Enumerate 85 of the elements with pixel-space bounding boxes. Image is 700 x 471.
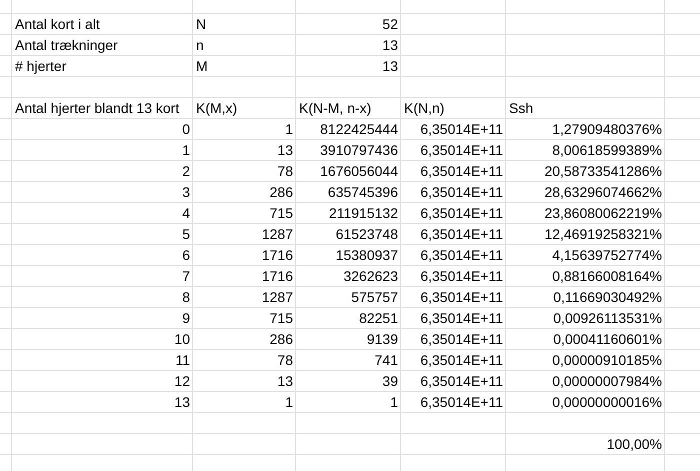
table-cell-text: 1,27909480376% — [551, 120, 663, 138]
table-cell-text: 13 — [381, 57, 399, 75]
table-cell-text: # hjerter — [14, 57, 68, 75]
table-cell-text: 286 — [268, 330, 294, 348]
table-cell-text: 6,35014E+11 — [419, 309, 504, 327]
table-cell-text: 15380937 — [334, 246, 399, 264]
table-cell-text: 1 — [284, 120, 294, 138]
table-cell-text: 8,00618599389% — [551, 141, 663, 159]
table-cell-text: 10 — [173, 330, 191, 348]
table-cell-text: 286 — [268, 183, 294, 201]
column-header: Ssh — [508, 99, 534, 117]
column-header: K(M,x) — [195, 99, 238, 117]
table-cell-text: 6,35014E+11 — [419, 141, 504, 159]
table-cell-text: 1287 — [260, 225, 294, 243]
table-cell-text: 0,00000007984% — [551, 372, 663, 390]
table-cell-text: n — [195, 36, 205, 54]
table-cell-text: 6,35014E+11 — [419, 267, 504, 285]
table-cell-text: 6,35014E+11 — [419, 120, 504, 138]
table-cell-text: 0,00000000016% — [551, 393, 663, 411]
table-cell-text: 0 — [181, 120, 191, 138]
column-header: K(N,n) — [403, 99, 446, 117]
table-cell-text: 1676056044 — [319, 162, 399, 180]
table-cell-text: 6,35014E+11 — [419, 225, 504, 243]
table-cell-text: 6,35014E+11 — [419, 288, 504, 306]
table-cell-text: 78 — [276, 162, 294, 180]
table-cell-text: 28,63296074662% — [543, 183, 663, 201]
total-cell-text: 100,00% — [606, 435, 663, 453]
table-cell-text: 1716 — [260, 267, 294, 285]
table-cell-text: 61523748 — [334, 225, 399, 243]
table-cell-text: 715 — [268, 309, 294, 327]
table-cell-text: 1716 — [260, 246, 294, 264]
table-cell-text: 12 — [173, 372, 191, 390]
column-header: K(N-M, n-x) — [298, 99, 372, 117]
table-cell-text: 6 — [181, 246, 191, 264]
table-cell-text: 7 — [181, 267, 191, 285]
table-cell-text: 6,35014E+11 — [419, 351, 504, 369]
table-cell-text: 1287 — [260, 288, 294, 306]
table-cell-text: 13 — [173, 393, 191, 411]
table-cell-text: 6,35014E+11 — [419, 393, 504, 411]
table-cell-text: 9139 — [366, 330, 399, 348]
table-cell-text: 0,11669030492% — [552, 288, 663, 306]
table-cell-text: 6,35014E+11 — [419, 162, 504, 180]
table-cell-text: 211915132 — [328, 204, 399, 222]
table-cell-text: 6,35014E+11 — [419, 183, 504, 201]
table-cell-text: 0,00000910185% — [551, 351, 663, 369]
table-cell-text: 0,88166008164% — [551, 267, 663, 285]
table-cell-text: 635745396 — [326, 183, 399, 201]
table-cell-text: 11 — [174, 351, 191, 369]
table-cell-text: 20,58733541286% — [543, 162, 663, 180]
table-cell-text: 4 — [181, 204, 191, 222]
table-cell-text: 6,35014E+11 — [419, 372, 504, 390]
table-cell-text: 78 — [276, 351, 294, 369]
table-cell-text: 13 — [381, 36, 399, 54]
table-cell-text: 6,35014E+11 — [419, 246, 504, 264]
table-cell-text: 52 — [381, 15, 399, 33]
table-cell-text: 82251 — [358, 309, 399, 327]
table-cell-text: 1 — [181, 141, 191, 159]
table-cell-text: 13 — [276, 372, 294, 390]
table-cell-text: 1 — [284, 393, 294, 411]
table-cell-text: Antal trækninger — [14, 36, 119, 54]
table-cell-text: 13 — [276, 141, 294, 159]
table-cell-text: 0,00041160601% — [552, 330, 663, 348]
table-cell-text: 8 — [181, 288, 191, 306]
table-cell-text: N — [195, 15, 208, 33]
table-cell-text: 39 — [381, 372, 399, 390]
table-cell-text: M — [195, 57, 209, 75]
table-cell-text: 23,86080062219% — [543, 204, 663, 222]
table-cell-text: 3262623 — [342, 267, 399, 285]
table-cell-text: Antal kort i alt — [14, 15, 101, 33]
table-cell-text: 9 — [181, 309, 191, 327]
table-cell-text: 3910797436 — [319, 141, 399, 159]
table-cell-text: 8122425444 — [319, 120, 399, 138]
table-cell-text: 715 — [268, 204, 294, 222]
table-cell-text: 4,15639752774% — [551, 246, 663, 264]
table-cell-text: 0,00926113531% — [552, 309, 663, 327]
table-cell-text: 1 — [389, 393, 399, 411]
table-cell-text: 3 — [181, 183, 191, 201]
table-cell-text: 575757 — [350, 288, 399, 306]
table-cell-text: 6,35014E+11 — [419, 330, 504, 348]
table-cell-text: 12,46919258321% — [543, 225, 663, 243]
table-cell-text: 6,35014E+11 — [419, 204, 504, 222]
table-cell-text: 741 — [374, 351, 399, 369]
table-cell-text: 2 — [181, 162, 191, 180]
table-cell-text: 5 — [181, 225, 191, 243]
column-header: Antal hjerter blandt 13 kort — [14, 99, 180, 117]
